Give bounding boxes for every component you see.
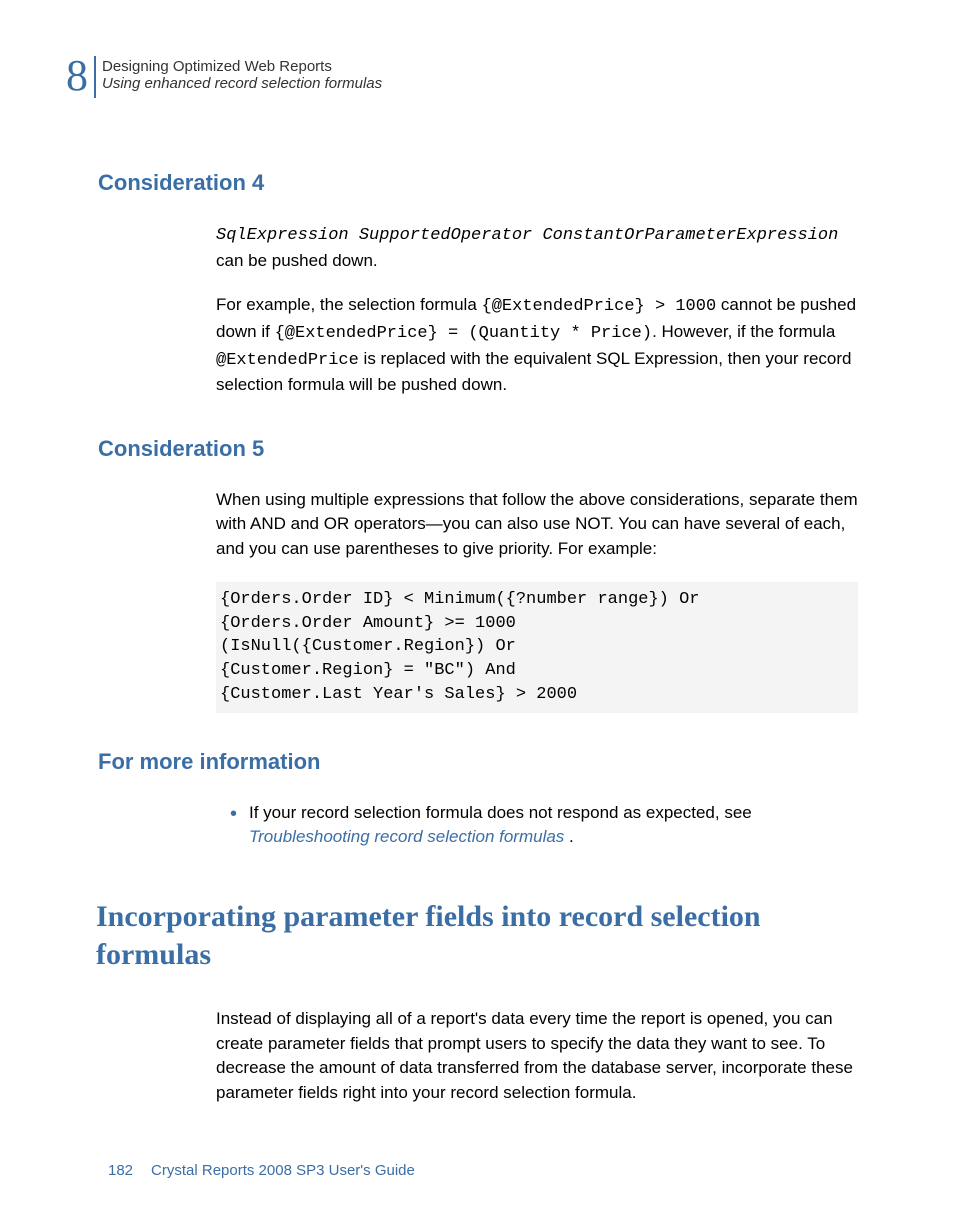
heading-consideration-4: Consideration 4 <box>98 170 878 196</box>
more-info-bullet: • If your record selection formula does … <box>230 801 858 850</box>
header-text: Designing Optimized Web Reports Using en… <box>102 56 382 92</box>
c4-p2-a: For example, the selection formula <box>216 295 482 314</box>
page-header: 8 Designing Optimized Web Reports Using … <box>66 56 878 98</box>
c4-p2-c: . However, if the formula <box>652 322 835 341</box>
c4-code-2: {@ExtendedPrice} = (Quantity * Price) <box>275 324 652 343</box>
bullet-icon: • <box>230 801 237 850</box>
bullet-text: If your record selection formula does no… <box>249 801 858 850</box>
heading-consideration-5: Consideration 5 <box>98 436 878 462</box>
c4-code-3: @ExtendedPrice <box>216 351 359 370</box>
bullet-text-b: . <box>564 827 573 846</box>
consideration-4-body: SqlExpression SupportedOperator Constant… <box>216 222 858 398</box>
consideration-5-body: When using multiple expressions that fol… <box>216 488 858 713</box>
c5-code-block: {Orders.Order ID} < Minimum({?number ran… <box>216 582 858 713</box>
c4-expr-tail: can be pushed down. <box>216 251 378 270</box>
header-divider <box>94 56 96 98</box>
main-paragraph: Instead of displaying all of a report's … <box>216 1007 858 1106</box>
c4-paragraph-2: For example, the selection formula {@Ext… <box>216 293 858 398</box>
link-troubleshooting[interactable]: Troubleshooting record selection formula… <box>249 827 564 846</box>
footer-doc-title: Crystal Reports 2008 SP3 User's Guide <box>151 1162 415 1179</box>
heading-for-more-information: For more information <box>98 749 878 775</box>
heading-incorporating-parameter-fields: Incorporating parameter fields into reco… <box>96 898 848 973</box>
c4-code-1: {@ExtendedPrice} > 1000 <box>482 297 717 316</box>
page-footer: 182 Crystal Reports 2008 SP3 User's Guide <box>108 1162 415 1179</box>
page-number: 182 <box>108 1162 133 1179</box>
c4-expression-italic: SqlExpression SupportedOperator Constant… <box>216 226 838 245</box>
header-chapter-title: Designing Optimized Web Reports <box>102 58 382 75</box>
main-paragraph-block: Instead of displaying all of a report's … <box>216 1007 858 1106</box>
chapter-number: 8 <box>66 56 88 96</box>
bullet-text-a: If your record selection formula does no… <box>249 803 752 822</box>
c5-paragraph-1: When using multiple expressions that fol… <box>216 488 858 562</box>
header-section-title: Using enhanced record selection formulas <box>102 75 382 92</box>
c4-paragraph-1: SqlExpression SupportedOperator Constant… <box>216 222 858 273</box>
